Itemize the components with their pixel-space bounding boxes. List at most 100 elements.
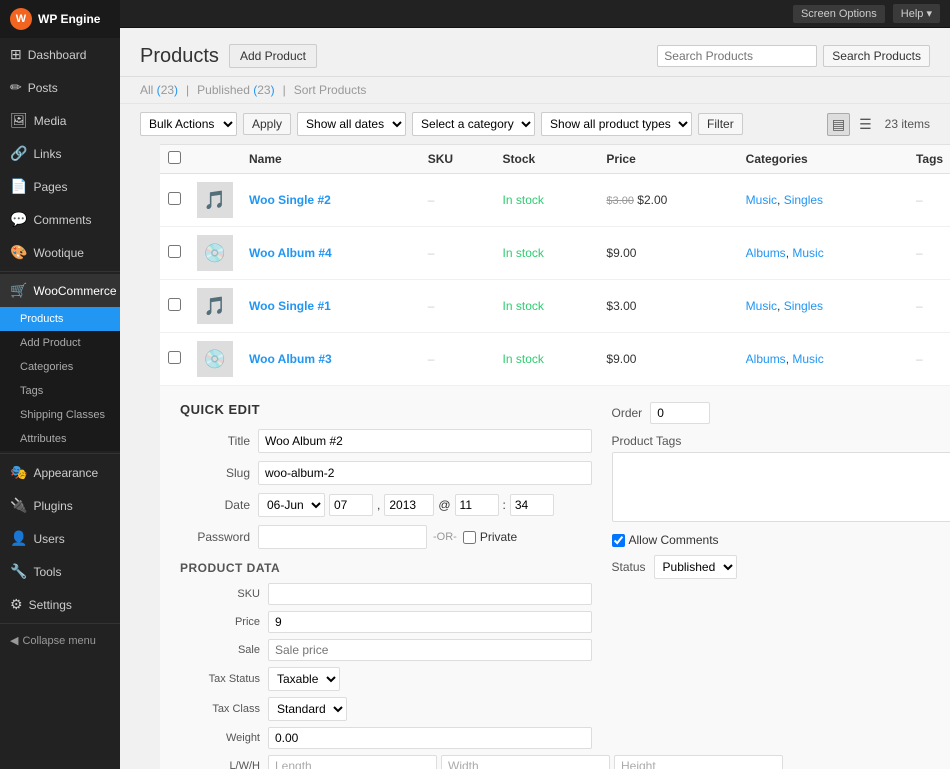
sidebar-sub-item-attributes[interactable]: Attributes [0, 427, 120, 451]
help-button[interactable]: Help ▾ [893, 4, 940, 23]
filter-button[interactable]: Filter [698, 113, 743, 135]
qe-private-label: Private [463, 530, 517, 544]
dates-select[interactable]: Show all dates [297, 112, 406, 136]
sidebar-item-dashboard[interactable]: ⊞ Dashboard [0, 38, 120, 71]
row4-check[interactable] [168, 351, 181, 364]
row4-cat-music[interactable]: Music [792, 352, 823, 366]
qe-password-input[interactable] [258, 525, 427, 549]
th-stock[interactable]: Stock [495, 145, 599, 174]
collapse-menu[interactable]: ◀ Collapse menu [0, 626, 120, 655]
sidebar-item-appearance[interactable]: 🎭 Appearance [0, 456, 120, 489]
grid-view-icon[interactable]: ▤ [827, 113, 850, 136]
sidebar-label-tools: Tools [33, 565, 61, 579]
sidebar-item-plugins[interactable]: 🔌 Plugins [0, 489, 120, 522]
row1-name-link[interactable]: Woo Single #2 [249, 193, 331, 207]
screen-options-button[interactable]: Screen Options [793, 5, 885, 23]
media-icon: 🖼 [10, 112, 28, 129]
search-products-button[interactable]: Search Products [823, 45, 930, 67]
pd-tax-class-select[interactable]: Standard [268, 697, 347, 721]
qe-allow-comments-checkbox[interactable] [612, 534, 625, 547]
th-categories[interactable]: Categories [738, 145, 908, 174]
qe-status-label: Status [612, 560, 646, 574]
sidebar-sub-item-shipping-classes[interactable]: Shipping Classes [0, 403, 120, 427]
qe-slug-input[interactable] [258, 461, 592, 485]
add-product-button[interactable]: Add Product [229, 44, 317, 68]
row3-name-link[interactable]: Woo Single #1 [249, 299, 331, 313]
row4-name-link[interactable]: Woo Album #3 [249, 352, 332, 366]
pd-tax-status-select[interactable]: Taxable [268, 667, 340, 691]
sidebar-sub-item-products[interactable]: Products [0, 307, 120, 331]
sidebar-item-settings[interactable]: ⚙ Settings [0, 588, 120, 621]
th-name[interactable]: Name [241, 145, 420, 174]
sidebar-item-posts[interactable]: ✏ Posts [0, 71, 120, 104]
table-wrapper: Name SKU Stock Price Categories Tags ★ 🛒… [120, 144, 950, 769]
sidebar-sub-item-tags[interactable]: Tags [0, 379, 120, 403]
row1-cat-music[interactable]: Music [746, 193, 777, 207]
sidebar-sub-item-add-product[interactable]: Add Product [0, 331, 120, 355]
th-price[interactable]: Price [598, 145, 737, 174]
qe-private-checkbox[interactable] [463, 531, 476, 544]
list-view-icon[interactable]: ☰ [854, 113, 877, 136]
qe-title-input[interactable] [258, 429, 592, 453]
select-all-checkbox[interactable] [168, 151, 181, 164]
row3-check[interactable] [168, 298, 181, 311]
th-tags[interactable]: Tags [908, 145, 950, 174]
row3-cat-music[interactable]: Music [746, 299, 777, 313]
qe-order-input[interactable] [650, 402, 710, 424]
pd-sale-input[interactable] [268, 639, 592, 661]
appearance-icon: 🎭 [10, 464, 27, 481]
sidebar-item-wootique[interactable]: 🎨 Wootique [0, 236, 120, 269]
subheader-all-link[interactable]: All (23) [140, 83, 178, 97]
row1-cat-singles[interactable]: Singles [784, 193, 823, 207]
pd-width-input[interactable] [441, 755, 610, 769]
category-select[interactable]: Select a category [412, 112, 535, 136]
qe-hour-input[interactable] [455, 494, 499, 516]
apply-button[interactable]: Apply [243, 113, 291, 135]
pd-sku-label: SKU [180, 588, 260, 600]
sidebar-item-comments[interactable]: 💬 Comments [0, 203, 120, 236]
sidebar-sub-label-products: Products [20, 313, 63, 325]
pd-price-input[interactable] [268, 611, 592, 633]
row2-stock: In stock [495, 227, 599, 280]
sidebar-item-users[interactable]: 👤 Users [0, 522, 120, 555]
row1-check[interactable] [168, 192, 181, 205]
row4-cat-albums[interactable]: Albums [746, 352, 786, 366]
qe-status-select[interactable]: Published [654, 555, 737, 579]
row3-cat-singles[interactable]: Singles [784, 299, 823, 313]
sidebar-item-woocommerce[interactable]: 🛒 WooCommerce [0, 274, 120, 307]
qe-tags-textarea[interactable] [612, 452, 950, 522]
sidebar-sub-label-shipping-classes: Shipping Classes [20, 409, 105, 421]
row1-stock: In stock [495, 174, 599, 227]
qe-password-label: Password [180, 530, 250, 544]
woocommerce-icon: 🛒 [10, 282, 27, 299]
qe-month-select[interactable]: 06-Jun [258, 493, 325, 517]
row2-check[interactable] [168, 245, 181, 258]
bulk-actions-select[interactable]: Bulk Actions [140, 112, 237, 136]
quick-edit-row: QUICK EDIT Title Slug [160, 386, 950, 769]
row4-price: $9.00 [598, 333, 737, 386]
pd-sku-input[interactable] [268, 583, 592, 605]
subheader-sort-link[interactable]: Sort Products [294, 83, 367, 97]
row2-name-link[interactable]: Woo Album #4 [249, 246, 332, 260]
sidebar-item-pages[interactable]: 📄 Pages [0, 170, 120, 203]
sidebar-sub-item-categories[interactable]: Categories [0, 355, 120, 379]
qe-year-input[interactable] [384, 494, 434, 516]
subheader-published-link[interactable]: Published (23) [197, 83, 274, 97]
row3-tags: – [908, 280, 950, 333]
site-logo[interactable]: W WP Engine [0, 0, 120, 38]
qe-min-input[interactable] [510, 494, 554, 516]
pd-length-input[interactable] [268, 755, 437, 769]
row2-cat-albums[interactable]: Albums [746, 246, 786, 260]
sidebar-item-media[interactable]: 🖼 Media [0, 104, 120, 137]
product-types-select[interactable]: Show all product types [541, 112, 692, 136]
sidebar-item-tools[interactable]: 🔧 Tools [0, 555, 120, 588]
search-products-input[interactable] [657, 45, 817, 67]
qe-day-input[interactable] [329, 494, 373, 516]
sidebar-item-links[interactable]: 🔗 Links [0, 137, 120, 170]
sidebar-label-pages: Pages [33, 180, 67, 194]
row2-cat-music[interactable]: Music [792, 246, 823, 260]
items-count: 23 items [885, 117, 930, 131]
pd-weight-input[interactable] [268, 727, 592, 749]
row4-stock: In stock [495, 333, 599, 386]
th-sku[interactable]: SKU [420, 145, 495, 174]
